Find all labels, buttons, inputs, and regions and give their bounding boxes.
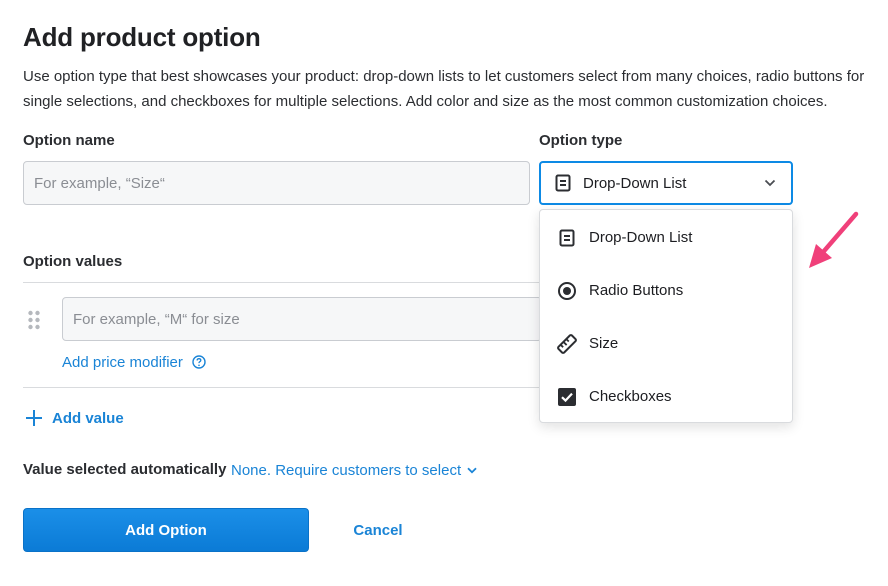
plus-icon bbox=[24, 408, 44, 428]
ruler-icon bbox=[556, 333, 578, 355]
page-title: Add product option bbox=[23, 22, 261, 52]
radio-icon bbox=[556, 280, 578, 302]
auto-select-label: Value selected automatically bbox=[23, 461, 227, 478]
divider bbox=[23, 387, 540, 388]
auto-select-value: None. Require customers to select bbox=[231, 461, 462, 479]
dropdown-item-checkboxes[interactable]: Checkboxes bbox=[540, 370, 792, 423]
option-type-dropdown-menu: Drop-Down List Radio Buttons Size Checkb… bbox=[539, 209, 793, 423]
annotation-arrow-icon bbox=[804, 208, 864, 270]
add-price-modifier-link[interactable]: Add price modifier bbox=[62, 352, 206, 372]
help-icon[interactable] bbox=[192, 355, 206, 369]
dropdown-item-size[interactable]: Size bbox=[540, 317, 792, 370]
option-type-selected-value: Drop-Down List bbox=[583, 174, 687, 192]
auto-select-dropdown[interactable]: None. Require customers to select bbox=[231, 461, 477, 479]
dropdown-item-label: Radio Buttons bbox=[589, 282, 684, 299]
cancel-button[interactable]: Cancel bbox=[340, 508, 416, 552]
list-icon bbox=[553, 173, 573, 193]
drag-handle-icon[interactable] bbox=[27, 310, 41, 330]
add-value-label: Add value bbox=[52, 409, 124, 427]
list-icon bbox=[556, 227, 578, 249]
add-option-button[interactable]: Add Option bbox=[23, 508, 309, 552]
option-type-select[interactable]: Drop-Down List bbox=[539, 161, 793, 205]
dropdown-item-radio-buttons[interactable]: Radio Buttons bbox=[540, 264, 792, 317]
dropdown-item-label: Checkboxes bbox=[589, 388, 672, 405]
page-description: Use option type that best showcases your… bbox=[23, 68, 865, 110]
chevron-down-icon bbox=[467, 467, 477, 474]
option-type-label: Option type bbox=[539, 132, 623, 149]
option-values-label: Option values bbox=[23, 253, 123, 270]
dropdown-item-label: Size bbox=[589, 335, 619, 352]
add-price-modifier-label: Add price modifier bbox=[62, 353, 183, 371]
option-name-label: Option name bbox=[23, 132, 115, 149]
dropdown-item-label: Drop-Down List bbox=[589, 229, 693, 246]
add-value-button[interactable]: Add value bbox=[24, 407, 124, 429]
option-value-input[interactable] bbox=[62, 297, 542, 341]
dropdown-item-drop-down-list[interactable]: Drop-Down List bbox=[540, 211, 792, 264]
checkbox-icon bbox=[556, 386, 578, 408]
divider bbox=[23, 282, 540, 283]
chevron-down-icon bbox=[761, 174, 779, 192]
option-name-input[interactable] bbox=[23, 161, 530, 205]
